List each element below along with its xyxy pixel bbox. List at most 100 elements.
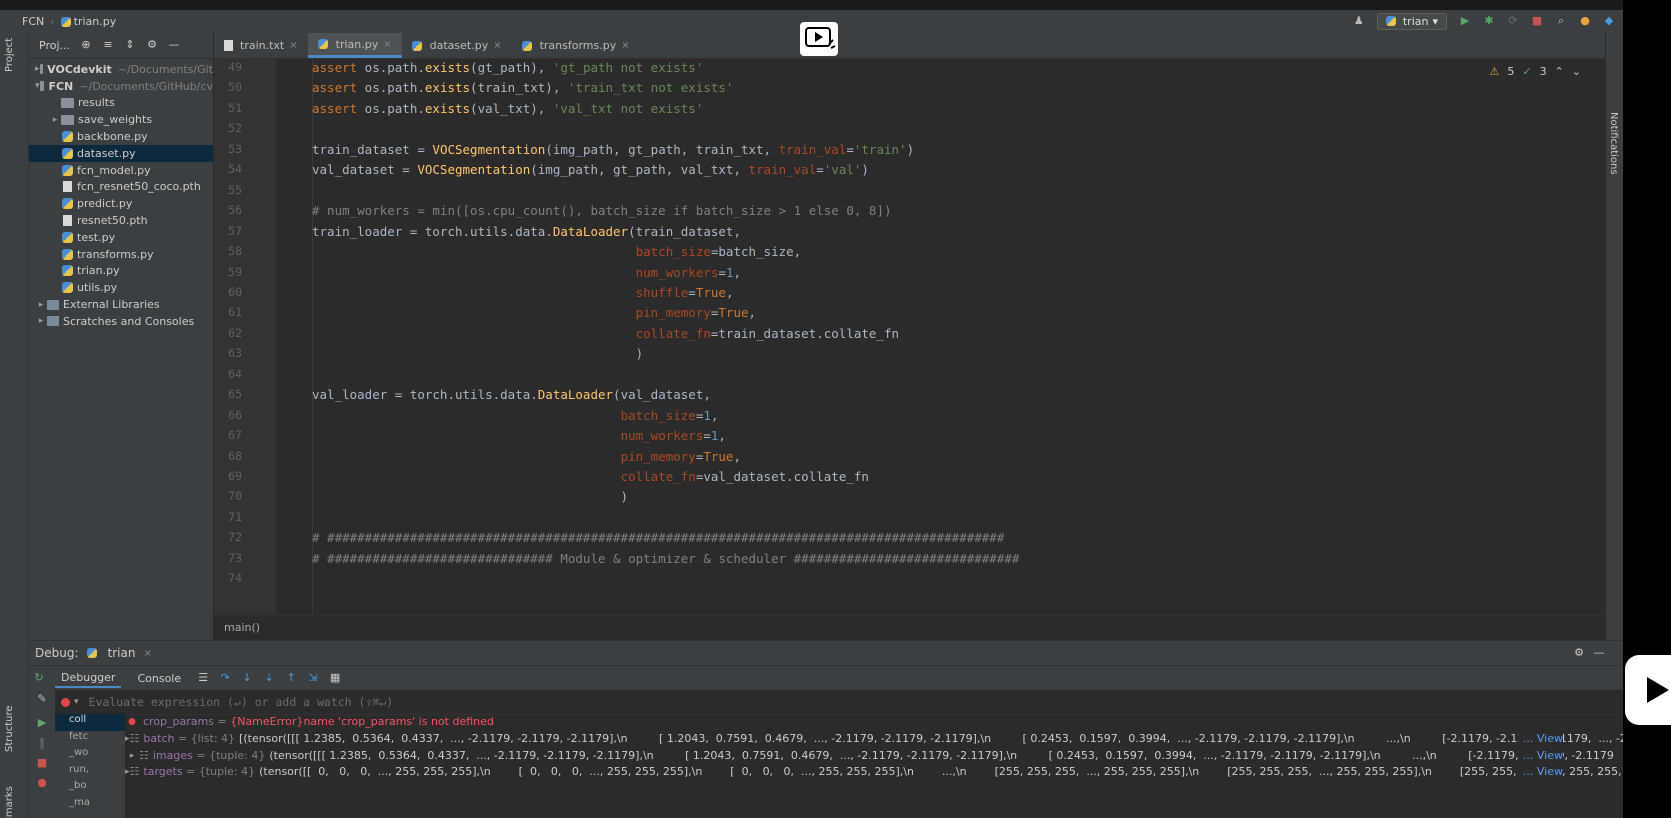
stop-icon[interactable]: ■ bbox=[36, 757, 48, 769]
plugin-icon[interactable]: ◆ bbox=[1603, 15, 1615, 27]
step-out-icon[interactable]: ↑ bbox=[285, 672, 297, 684]
close-icon[interactable]: × bbox=[493, 40, 501, 51]
step-over-icon[interactable]: ↷ bbox=[219, 672, 231, 684]
project-tree-item[interactable]: resnet50.pth bbox=[29, 212, 213, 229]
project-tree-item-label: backbone.py bbox=[77, 130, 148, 144]
chevron-right-icon[interactable]: ▸ bbox=[35, 300, 47, 310]
screen-record-icon[interactable] bbox=[800, 22, 838, 56]
run-configuration-selector[interactable]: trian ▾ bbox=[1376, 12, 1447, 30]
chevron-right-icon[interactable]: ▸ bbox=[35, 64, 40, 74]
tab-debugger[interactable]: Debugger bbox=[55, 669, 122, 688]
search-icon[interactable]: ⌕ bbox=[1555, 15, 1567, 27]
evaluate-expression-input[interactable]: Evaluate expression (↵) or add a watch (… bbox=[89, 695, 394, 709]
editor-tab[interactable]: train.txt × bbox=[214, 33, 308, 58]
stack-frame[interactable]: _ma bbox=[55, 797, 125, 814]
project-panel: Proj... ⊕ ≡ ⇕ ⚙ — ▸ VOCdevkit ~/Documents/… bbox=[29, 32, 213, 640]
chevron-right-icon[interactable]: ▸ bbox=[49, 115, 61, 125]
project-tool-tab[interactable]: Project bbox=[4, 38, 15, 72]
variable-row[interactable]: ▸ ☷ targets = {tuple: 4} (tensor([[ 0, 0, 0… bbox=[125, 764, 1623, 782]
breadcrumb-project[interactable]: FCN bbox=[22, 15, 44, 28]
debug-session-tab[interactable]: trian bbox=[108, 646, 136, 660]
locate-icon[interactable]: ⊕ bbox=[80, 39, 92, 51]
chevron-down-icon[interactable]: ⌄ bbox=[1572, 65, 1581, 78]
line-number: 54 bbox=[228, 162, 242, 177]
project-tree-item[interactable]: ▸ External Libraries bbox=[29, 296, 213, 313]
user-icon[interactable]: ♟ bbox=[1353, 15, 1365, 27]
project-tree-item[interactable]: ▸ VOCdevkit ~/Documents/Git bbox=[29, 61, 213, 78]
project-panel-title[interactable]: Proj... bbox=[39, 39, 70, 52]
wrench-icon[interactable]: ✎ bbox=[36, 693, 48, 705]
project-tree-item[interactable]: backbone.py bbox=[29, 128, 213, 145]
chevron-right-icon[interactable]: ▸ bbox=[35, 316, 47, 326]
attach-icon[interactable]: ⟳ bbox=[1507, 15, 1519, 27]
breakpoints-icon[interactable]: ● bbox=[36, 777, 48, 789]
stack-frame[interactable]: _bo bbox=[55, 780, 125, 797]
update-icon[interactable]: ● bbox=[1579, 15, 1591, 27]
notifications-tool-tab[interactable]: Notifications bbox=[1608, 112, 1619, 175]
project-tree-item[interactable]: ▸ Scratches and Consoles bbox=[29, 313, 213, 330]
project-tree-item[interactable]: dataset.py bbox=[29, 144, 213, 162]
evaluate-icon[interactable]: ▦ bbox=[329, 672, 341, 684]
line-number: 60 bbox=[228, 284, 242, 299]
view-link[interactable]: ... View bbox=[1518, 730, 1563, 748]
code-area[interactable]: 49 assert os.path.exists(gt_path), 'gt_pa… bbox=[214, 59, 1605, 614]
view-link[interactable]: ... View bbox=[1518, 764, 1563, 782]
run-to-cursor-icon[interactable]: ⇲ bbox=[307, 672, 319, 684]
view-link[interactable]: ... View bbox=[1518, 747, 1563, 765]
stack-frame[interactable]: coll bbox=[55, 714, 125, 731]
hide-icon[interactable]: — bbox=[168, 39, 180, 51]
project-tree-item[interactable]: utils.py bbox=[29, 279, 213, 296]
inspection-widget[interactable]: ⚠ 5 ✓ 3 ⌃ ⌄ bbox=[1489, 65, 1581, 78]
line-number: 71 bbox=[228, 509, 242, 524]
project-tree-item[interactable]: transforms.py bbox=[29, 246, 213, 263]
chevron-right-icon[interactable]: ▸ bbox=[125, 748, 139, 765]
tab-console[interactable]: Console bbox=[131, 670, 187, 687]
collapse-all-icon[interactable]: ⇕ bbox=[124, 39, 136, 51]
breakpoint-icon[interactable] bbox=[61, 697, 70, 707]
rerun-icon[interactable]: ↻ bbox=[33, 672, 45, 684]
menu-icon[interactable]: ☰ bbox=[197, 672, 209, 684]
close-icon[interactable]: × bbox=[289, 40, 297, 51]
editor-tab[interactable]: trian.py × bbox=[307, 33, 402, 58]
resume-icon[interactable]: ▶ bbox=[36, 717, 48, 729]
project-tree-item[interactable]: fcn_resnet50_coco.pth bbox=[29, 179, 213, 196]
close-icon[interactable]: × bbox=[383, 39, 391, 50]
editor-breadcrumb[interactable]: main() bbox=[214, 615, 1605, 640]
close-icon[interactable]: × bbox=[143, 648, 151, 659]
close-icon[interactable]: × bbox=[621, 40, 629, 51]
structure-tool-tab[interactable]: Structure bbox=[4, 705, 15, 752]
stack-frame[interactable]: run, bbox=[55, 764, 125, 781]
project-tree-item-label: save_weights bbox=[78, 113, 153, 127]
play-overlay-icon[interactable] bbox=[1625, 655, 1671, 725]
stop-icon[interactable]: ■ bbox=[1531, 15, 1543, 27]
project-tree-item[interactable]: trian.py bbox=[29, 263, 213, 280]
error-variable-row[interactable]: ● crop_params = {NameError}name 'crop_par… bbox=[125, 714, 1623, 731]
run-icon[interactable]: ▶ bbox=[1459, 15, 1471, 27]
chevron-down-icon[interactable]: ▾ bbox=[35, 81, 40, 91]
gear-icon[interactable]: ⚙ bbox=[146, 39, 158, 51]
stack-frame[interactable]: fetc bbox=[55, 731, 125, 748]
project-tree-item[interactable]: ▾ FCN ~/Documents/GitHub/cv bbox=[29, 78, 213, 95]
project-tree-item-label: VOCdevkit bbox=[47, 62, 112, 76]
stack-frame[interactable]: _wo bbox=[55, 747, 125, 764]
editor-tab[interactable]: transforms.py × bbox=[512, 33, 640, 58]
chevron-up-icon[interactable]: ⌃ bbox=[1555, 65, 1564, 78]
project-tree-item[interactable]: test.py bbox=[29, 229, 213, 246]
debug-bug-icon[interactable]: ✱ bbox=[1483, 15, 1495, 27]
expand-all-icon[interactable]: ≡ bbox=[102, 39, 114, 51]
variable-row[interactable]: ▸ ☷ batch = {list: 4} [(tensor([[[ 1.2385, … bbox=[125, 730, 1623, 748]
project-tree-item[interactable]: ▸ save_weights bbox=[29, 111, 213, 128]
gear-icon[interactable]: ⚙ bbox=[1573, 647, 1585, 659]
chevron-down-icon[interactable]: ▾ bbox=[74, 697, 79, 707]
variable-row[interactable]: ▸ ☷ images = {tuple: 4} (tensor([[[ 1.2385,… bbox=[125, 747, 1623, 765]
step-into-icon[interactable]: ↓ bbox=[241, 672, 253, 684]
editor-tab[interactable]: dataset.py × bbox=[402, 33, 512, 58]
bookmarks-tool-tab[interactable]: Bookmarks bbox=[4, 786, 15, 818]
project-tree-item[interactable]: fcn_model.py bbox=[29, 162, 213, 179]
step-into-my-code-icon[interactable]: ⇣ bbox=[263, 672, 275, 684]
pause-icon[interactable]: ‖ bbox=[36, 737, 48, 749]
hide-icon[interactable]: — bbox=[1593, 647, 1605, 659]
project-tree-item[interactable]: predict.py bbox=[29, 195, 213, 212]
project-tree-item[interactable]: results bbox=[29, 95, 213, 112]
breadcrumb-file[interactable]: trian.py bbox=[60, 15, 116, 28]
